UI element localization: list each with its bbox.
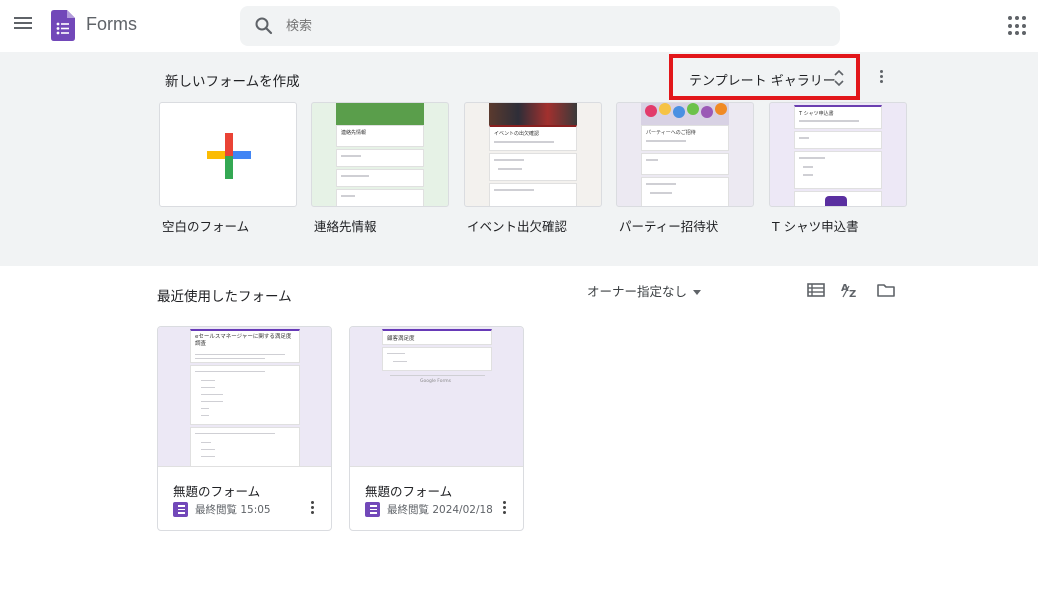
template-section: 新しいフォームを作成 テンプレート ギャラリー 空白のフォーム 連絡先情報 連絡… <box>0 52 1038 266</box>
template-gallery-button[interactable]: テンプレート ギャラリー <box>669 54 860 100</box>
last-opened: 最終閲覧 2024/02/18 <box>387 504 493 516</box>
template-tshirt-order[interactable]: T シャツ申込書 T シャツ申込書 <box>769 102 907 235</box>
unfold-icon <box>834 69 844 87</box>
forms-file-icon <box>365 502 380 517</box>
form-card <box>489 183 577 206</box>
form-card: イベントの出欠確認 <box>489 125 577 151</box>
template-thumbnail[interactable]: T シャツ申込書 <box>769 102 907 207</box>
dropdown-caret-icon <box>693 290 702 295</box>
form-title: 無題のフォーム <box>173 484 261 499</box>
form-card <box>794 191 882 206</box>
form-card <box>382 347 492 371</box>
google-apps-icon[interactable] <box>1008 16 1028 36</box>
template-label: 空白のフォーム <box>162 219 250 234</box>
owner-filter-dropdown[interactable]: オーナー指定なし <box>587 281 702 300</box>
folder-icon[interactable] <box>876 280 896 300</box>
top-bar: Forms <box>0 0 1038 52</box>
form-card <box>336 169 424 187</box>
form-card: T シャツ申込書 <box>794 105 882 129</box>
form-card: パーティーへのご招待 <box>641 125 729 151</box>
last-opened: 最終閲覧 15:05 <box>195 504 271 516</box>
form-card <box>489 153 577 181</box>
svg-text:Z: Z <box>849 289 856 300</box>
form-card <box>641 153 729 175</box>
template-contact-info[interactable]: 連絡先情報 連絡先情報 <box>311 102 449 235</box>
header-image <box>336 103 424 125</box>
form-card: eセールスマネージャーに関する満足度調査 <box>190 329 300 363</box>
form-card <box>336 149 424 167</box>
template-party-invite[interactable]: パーティーへのご招待 パーティー招待状 <box>616 102 754 235</box>
forms-file-icon <box>173 502 188 517</box>
template-thumbnail[interactable]: パーティーへのご招待 <box>616 102 754 207</box>
search-input[interactable] <box>286 14 806 38</box>
main-menu-icon[interactable] <box>12 14 34 36</box>
form-preview[interactable]: 顧客満足度 Google Forms <box>350 327 523 467</box>
form-card: 連絡先情報 <box>336 125 424 147</box>
owner-filter-label: オーナー指定なし <box>587 284 688 299</box>
template-blank[interactable]: 空白のフォーム <box>159 102 297 235</box>
form-preview[interactable]: eセールスマネージャーに関する満足度調査 <box>158 327 331 467</box>
search-box[interactable] <box>240 6 840 46</box>
template-thumbnail[interactable]: 連絡先情報 <box>311 102 449 207</box>
search-icon[interactable] <box>254 16 274 36</box>
template-label: パーティー招待状 <box>619 219 719 234</box>
template-more-options-icon[interactable] <box>872 68 890 88</box>
template-thumbnail[interactable]: イベントの出欠確認 <box>464 102 602 207</box>
sort-az-icon[interactable]: A Z <box>840 280 860 300</box>
template-label: T シャツ申込書 <box>772 219 859 234</box>
form-card <box>641 177 729 206</box>
new-form-heading: 新しいフォームを作成 <box>165 74 300 90</box>
form-card <box>190 427 300 466</box>
form-card <box>336 189 424 206</box>
form-card <box>794 131 882 149</box>
recent-forms-heading: 最近使用したフォーム <box>157 289 292 305</box>
form-card: 顧客満足度 <box>382 329 492 345</box>
balloons-image <box>641 103 729 125</box>
recent-form-card[interactable]: 顧客満足度 Google Forms 無題のフォーム 最終閲覧 2024/02/… <box>349 326 524 531</box>
form-more-options-icon[interactable] <box>306 499 318 519</box>
app-name[interactable]: Forms <box>86 14 137 35</box>
form-card <box>190 365 300 425</box>
form-card <box>794 151 882 189</box>
template-label: 連絡先情報 <box>314 219 377 234</box>
form-more-options-icon[interactable] <box>498 499 510 519</box>
template-gallery-label: テンプレート ギャラリー <box>689 74 836 89</box>
form-title: 無題のフォーム <box>365 484 453 499</box>
recent-form-card[interactable]: eセールスマネージャーに関する満足度調査 無題のフォーム 最終閲覧 15:05 <box>157 326 332 531</box>
template-label: イベント出欠確認 <box>467 219 568 234</box>
plus-icon <box>207 133 251 179</box>
header-image <box>489 103 577 125</box>
forms-logo-icon[interactable] <box>51 10 75 41</box>
template-event-rsvp[interactable]: イベントの出欠確認 イベント出欠確認 <box>464 102 602 235</box>
template-thumbnail[interactable] <box>159 102 297 207</box>
list-view-icon[interactable] <box>806 280 826 300</box>
